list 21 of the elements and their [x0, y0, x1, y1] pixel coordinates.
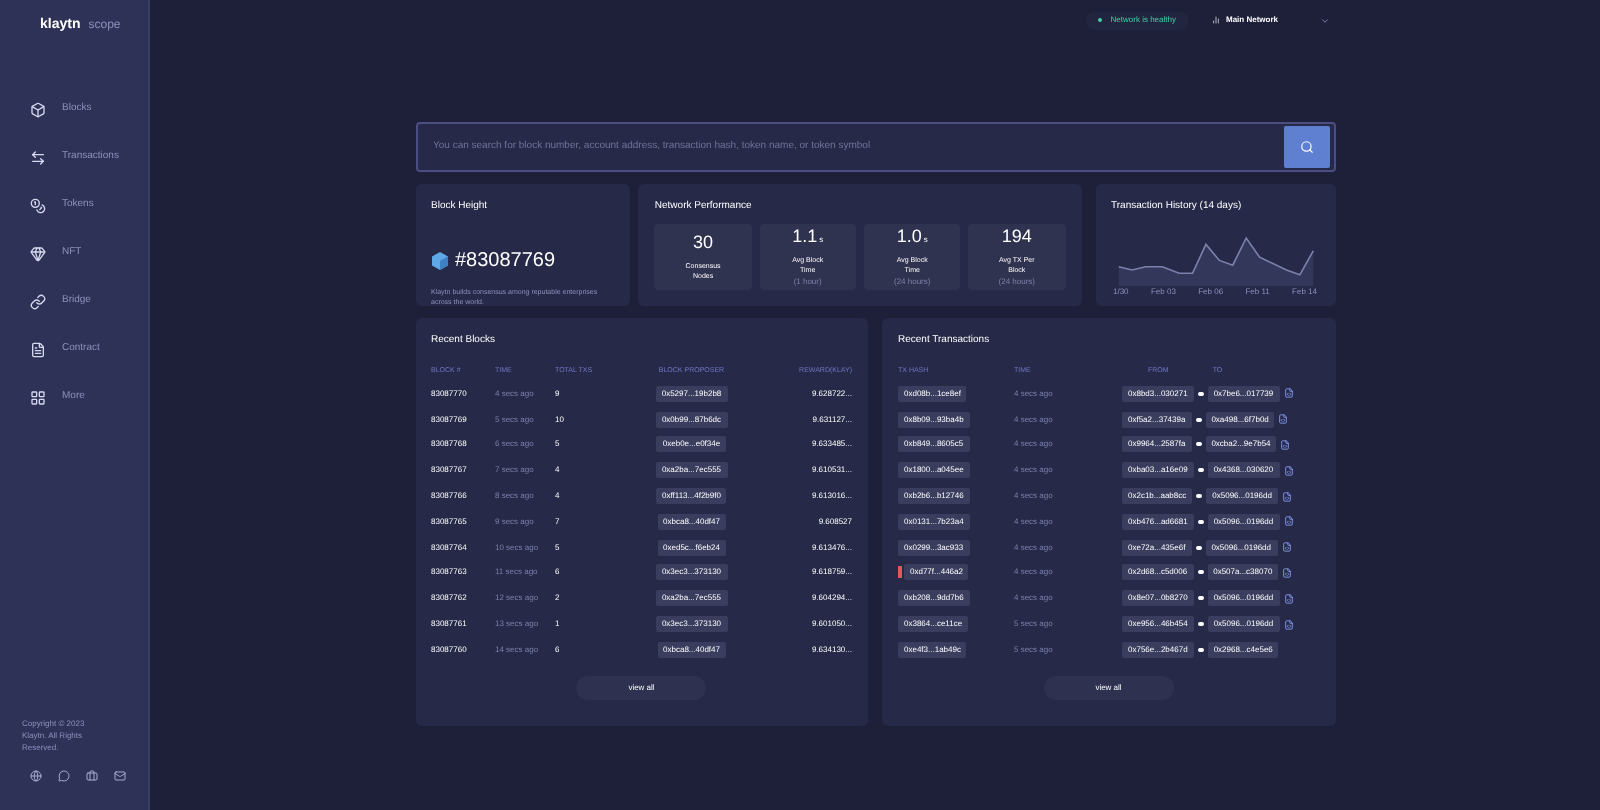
stat-value: 30	[693, 230, 714, 257]
cube-icon	[30, 102, 46, 118]
block-height-value: #83087769	[455, 247, 556, 275]
document-icon	[30, 342, 46, 358]
search-icon	[1299, 140, 1313, 154]
cube-icon	[431, 251, 447, 269]
globe-icon[interactable]	[30, 770, 42, 782]
failed-marker	[898, 566, 902, 579]
gem-icon	[30, 246, 46, 262]
grid-icon	[30, 390, 46, 406]
chat-icon[interactable]	[58, 770, 70, 782]
mail-icon[interactable]	[114, 770, 126, 782]
stat-value: 1.1	[792, 224, 818, 251]
stat-value: 1.0	[896, 224, 922, 251]
briefcase-icon[interactable]	[86, 770, 98, 782]
chevron-down-icon	[1320, 15, 1330, 25]
link-icon	[30, 294, 46, 310]
arrows-icon	[30, 150, 46, 166]
coins-icon	[30, 198, 46, 214]
search-button[interactable]	[1283, 126, 1329, 168]
stat-value: 194	[1001, 224, 1032, 251]
